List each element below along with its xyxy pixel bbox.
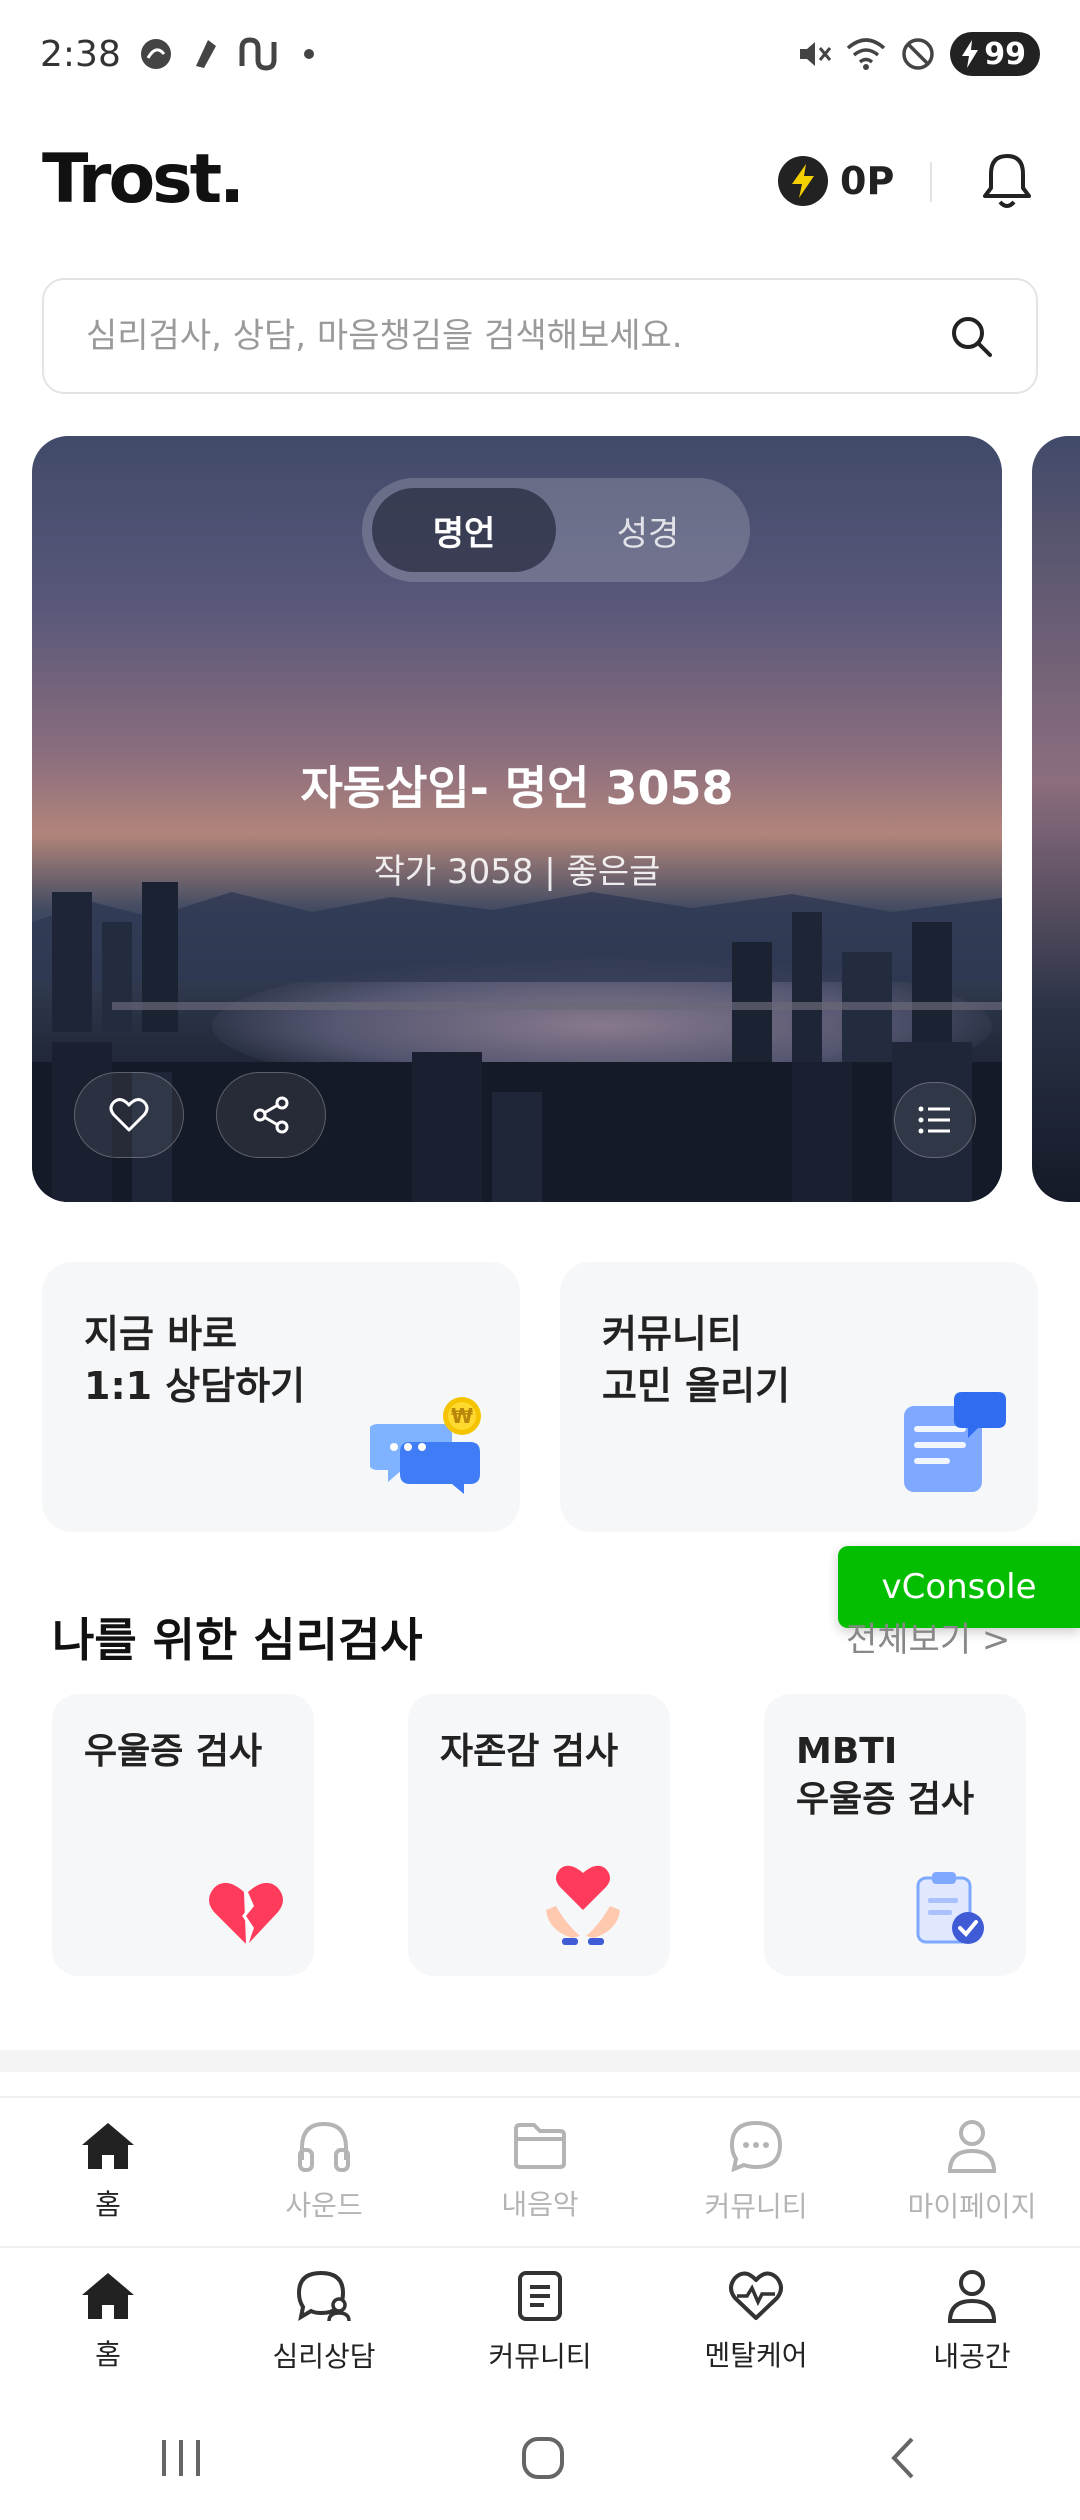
- test-card-self-esteem[interactable]: 자존감 검사: [408, 1694, 670, 1976]
- nav-label: 멘탈케어: [704, 2339, 808, 2372]
- document-icon: [518, 2271, 562, 2321]
- system-navigation-bar: [0, 2396, 1080, 2520]
- svg-text:₩: ₩: [451, 1404, 473, 1428]
- list-icon: [918, 1106, 950, 1134]
- search-bar[interactable]: [42, 278, 1038, 394]
- quote-list-button[interactable]: [894, 1082, 976, 1158]
- wifi-icon: [847, 38, 886, 70]
- nav-label: 홈: [95, 2188, 121, 2221]
- app-logo: Trost.: [42, 140, 245, 219]
- folder-icon: [514, 2123, 566, 2169]
- tab-quotes[interactable]: 명언: [372, 488, 556, 572]
- tab-bible[interactable]: 성경: [556, 488, 740, 572]
- nav-my-music[interactable]: 내음악: [432, 2098, 648, 2246]
- share-icon: [253, 1096, 289, 1134]
- share-button[interactable]: [216, 1072, 326, 1158]
- status-bar: 2:38 99: [0, 0, 1080, 120]
- nav-home[interactable]: 홈: [0, 2098, 216, 2246]
- nav-label: 커뮤니티: [704, 2190, 808, 2223]
- community-post-card[interactable]: 커뮤니티 고민 올리기: [560, 1262, 1038, 1532]
- nav-label: 사운드: [285, 2189, 363, 2222]
- status-system-icons: 99: [796, 32, 1040, 76]
- nav-label: 마이페이지: [907, 2190, 1037, 2223]
- test-card-mbti-depression[interactable]: MBTI 우울증 검사: [764, 1694, 1026, 1976]
- quote-title: 자동삽입- 명언 3058: [300, 761, 734, 815]
- nav-my-page[interactable]: 마이페이지: [864, 2098, 1080, 2246]
- headphones-icon: [298, 2121, 350, 2172]
- nav-mental-care[interactable]: 멘탈케어: [648, 2248, 864, 2396]
- points-value: 0P: [840, 159, 895, 203]
- home-icon: [82, 2123, 134, 2169]
- test-card-title: MBTI: [796, 1731, 898, 1772]
- heart-outline-icon: [109, 1098, 149, 1132]
- charging-bolt-icon: [962, 40, 979, 68]
- section-divider: [0, 2050, 1080, 2072]
- notification-bell-icon[interactable]: [978, 150, 1036, 216]
- nav-label: 심리상담: [272, 2340, 376, 2373]
- battery-indicator: 99: [950, 32, 1040, 76]
- counsel-icon: [296, 2270, 351, 2322]
- counseling-card-title: 지금 바로: [84, 1312, 238, 1356]
- counseling-card[interactable]: 지금 바로 1:1 상담하기 ₩: [42, 1262, 520, 1532]
- nav-sound[interactable]: 사운드: [216, 2098, 432, 2246]
- app-notification-icon: [239, 37, 277, 71]
- nav-label: 커뮤니티: [488, 2340, 592, 2373]
- next-quote-card-peek[interactable]: [1032, 436, 1080, 1202]
- app-notification-icon: [141, 39, 171, 69]
- test-card-depression[interactable]: 우울증 검사: [52, 1694, 314, 1976]
- nav-label: 홈: [95, 2338, 121, 2371]
- nav-label: 내공간: [933, 2340, 1011, 2373]
- community-card-title: 커뮤니티: [602, 1312, 742, 1356]
- nav-home[interactable]: 홈: [0, 2248, 216, 2396]
- status-time: 2:38: [40, 34, 121, 75]
- battery-level: 99: [984, 36, 1026, 72]
- do-not-disturb-icon: [902, 38, 934, 70]
- quote-card[interactable]: 명언 성경 자동삽입- 명언 3058 작가 3058 | 좋은글: [32, 436, 1002, 1202]
- chat-coin-icon: ₩: [370, 1397, 481, 1494]
- bottom-nav-secondary: 홈 심리상담 커뮤니티 멘탈케어 내공간: [0, 2246, 1080, 2396]
- status-notification-icons: [138, 36, 314, 72]
- points-display[interactable]: 0P: [778, 156, 894, 206]
- header-divider: [930, 162, 932, 202]
- quote-author: 작가 3058 | 좋은글: [373, 852, 661, 892]
- broken-heart-icon: [209, 1882, 283, 1945]
- note-bubble-icon: [904, 1392, 1006, 1492]
- nav-my-space[interactable]: 내공간: [864, 2248, 1080, 2396]
- search-input[interactable]: [86, 316, 948, 356]
- person-icon: [947, 2270, 997, 2323]
- app-notification-icon: [196, 40, 216, 68]
- nav-community[interactable]: 커뮤니티: [648, 2098, 864, 2246]
- bolt-icon: [778, 156, 828, 206]
- quote-type-toggle: 명언 성경: [362, 478, 750, 582]
- see-all-link[interactable]: 전체보기 >: [846, 1612, 1010, 1661]
- chat-icon: [729, 2120, 783, 2173]
- home-circle-icon[interactable]: [518, 2433, 568, 2483]
- person-icon: [947, 2120, 997, 2173]
- heart-hands-icon: [546, 1865, 620, 1945]
- test-card-title: 자존감 검사: [440, 1731, 619, 1772]
- clipboard-check-icon: [916, 1872, 984, 1944]
- search-icon[interactable]: [948, 313, 994, 359]
- nav-community[interactable]: 커뮤니티: [432, 2248, 648, 2396]
- mute-icon: [800, 42, 832, 66]
- recent-apps-icon[interactable]: [156, 2436, 206, 2480]
- hero-background-cityscape: [32, 882, 1002, 1202]
- heart-pulse-icon: [729, 2271, 783, 2320]
- test-card-subtitle: 우울증 검사: [796, 1779, 975, 1820]
- test-card-title: 우울증 검사: [84, 1731, 263, 1772]
- nav-label: 내음악: [501, 2188, 579, 2221]
- section-title: 나를 위한 심리검사: [52, 1613, 423, 1667]
- more-notifications-dot: [304, 49, 314, 59]
- nav-counseling[interactable]: 심리상담: [216, 2248, 432, 2396]
- back-icon[interactable]: [880, 2433, 924, 2483]
- home-icon: [82, 2273, 134, 2319]
- bottom-nav-primary: 홈 사운드 내음악 커뮤니티 마이페이지: [0, 2096, 1080, 2246]
- like-button[interactable]: [74, 1072, 184, 1158]
